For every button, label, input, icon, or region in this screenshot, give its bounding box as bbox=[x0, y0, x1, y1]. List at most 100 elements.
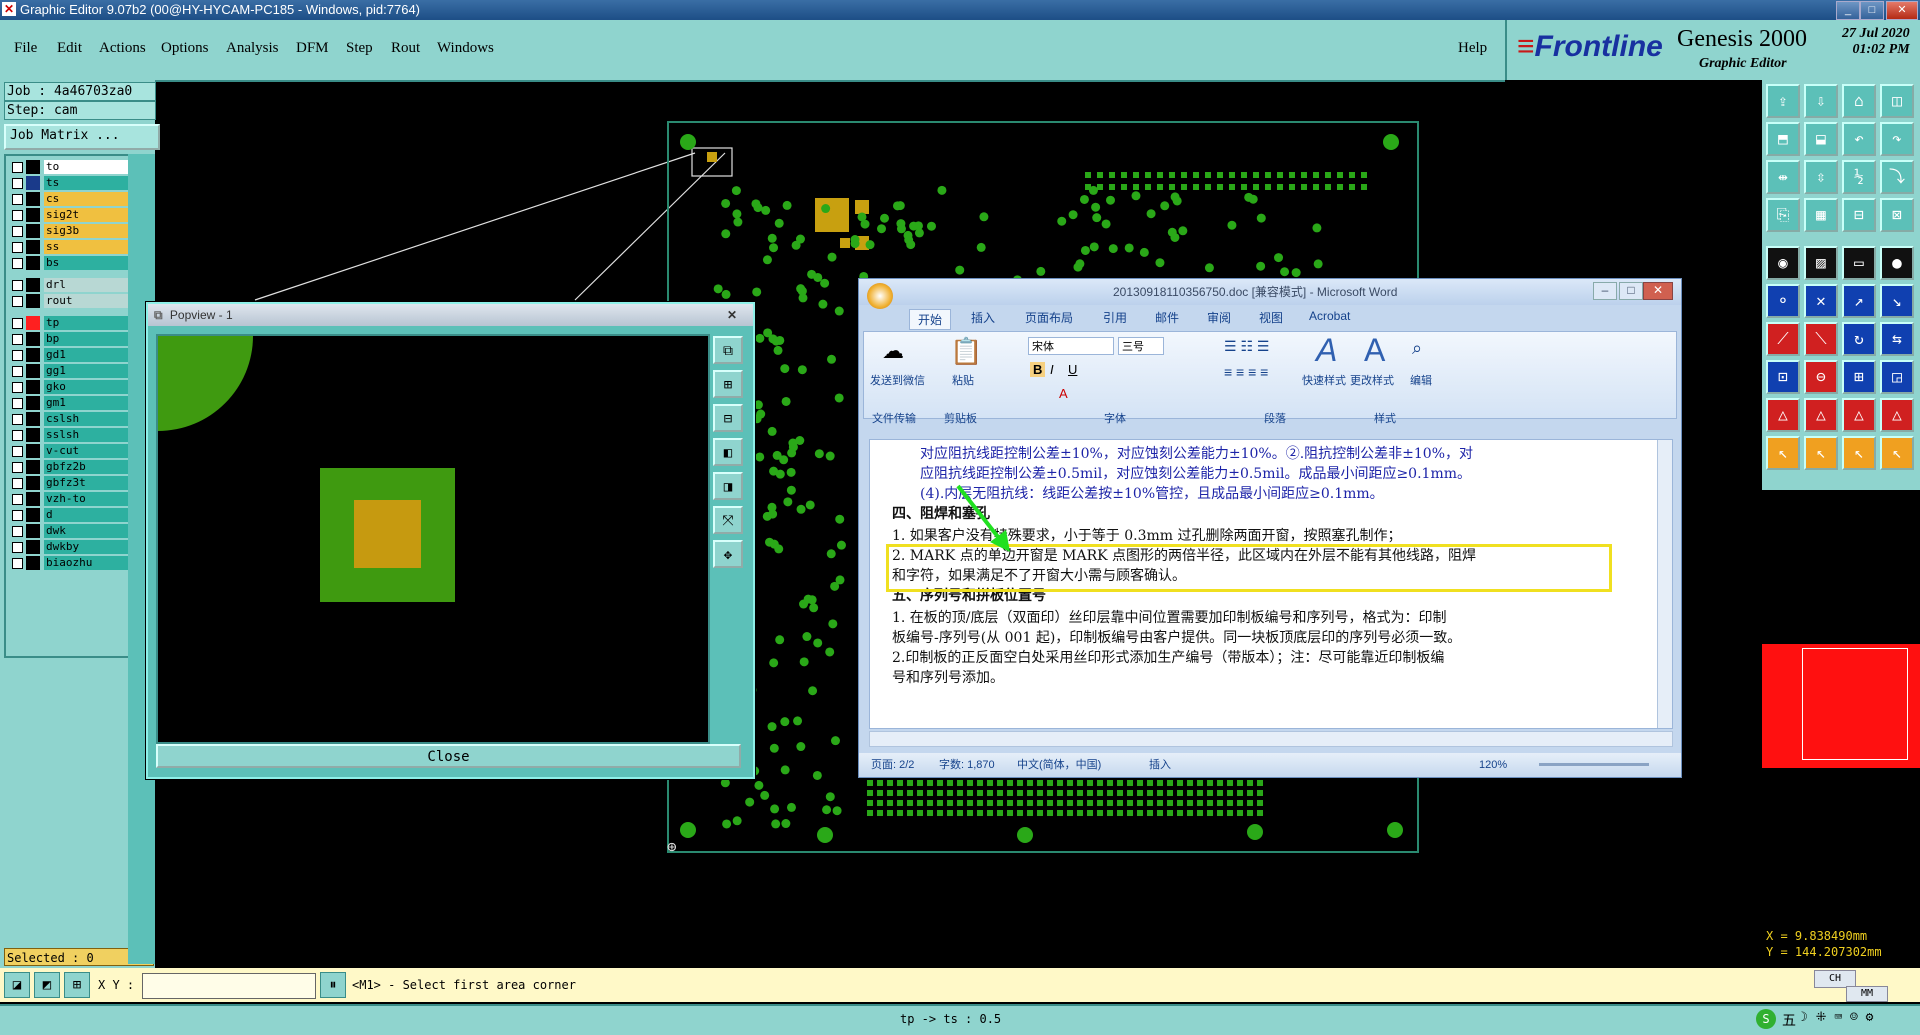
menu-file[interactable]: File bbox=[14, 40, 37, 57]
layer-checkbox[interactable] bbox=[12, 446, 23, 457]
snap-tool-2[interactable]: ◩ bbox=[34, 972, 60, 998]
menu-step[interactable]: Step bbox=[346, 40, 373, 57]
layer-checkbox[interactable] bbox=[12, 162, 23, 173]
layer-checkbox[interactable] bbox=[12, 242, 23, 253]
layer-row-sig3b[interactable]: sig3b bbox=[8, 224, 129, 238]
layer-row-rout[interactable]: rout bbox=[8, 294, 129, 308]
layer-name[interactable]: gbfz2b bbox=[44, 460, 129, 474]
tool-button-17[interactable]: ◉ bbox=[1766, 246, 1800, 280]
layer-name[interactable]: bp bbox=[44, 332, 129, 346]
layer-name[interactable]: gm1 bbox=[44, 396, 129, 410]
close-button[interactable]: ✕ bbox=[1886, 1, 1918, 20]
layer-name[interactable]: tp bbox=[44, 316, 129, 330]
layer-name[interactable]: gbfz3t bbox=[44, 476, 129, 490]
tool-button-36[interactable]: △ bbox=[1880, 398, 1914, 432]
layer-checkbox[interactable] bbox=[12, 318, 23, 329]
tool-button-37[interactable]: ↖ bbox=[1766, 436, 1800, 470]
popview-tool-2[interactable]: ⊞ bbox=[713, 370, 743, 398]
snap-tool-1[interactable]: ◪ bbox=[4, 972, 30, 998]
layer-row-dwkby[interactable]: dwkby bbox=[8, 540, 129, 554]
tool-button-32[interactable]: ◲ bbox=[1880, 360, 1914, 394]
tool-button-35[interactable]: △ bbox=[1842, 398, 1876, 432]
popview-tool-6[interactable]: ⤧ bbox=[713, 506, 743, 534]
layer-name[interactable]: ss bbox=[44, 240, 129, 254]
tool-button-40[interactable]: ↖ bbox=[1880, 436, 1914, 470]
tool-button-2[interactable]: ⇩ bbox=[1804, 84, 1838, 118]
tool-button-24[interactable]: ↘ bbox=[1880, 284, 1914, 318]
layer-name[interactable]: sslsh bbox=[44, 428, 129, 442]
layer-checkbox[interactable] bbox=[12, 366, 23, 377]
wechat-button[interactable]: 发送到微信 bbox=[870, 372, 925, 388]
layer-name[interactable]: cs bbox=[44, 192, 129, 206]
tool-button-16[interactable]: ⊠ bbox=[1880, 198, 1914, 232]
tool-button-4[interactable]: ◫ bbox=[1880, 84, 1914, 118]
popview-tool-4[interactable]: ◧ bbox=[713, 438, 743, 466]
popview-tool-5[interactable]: ◨ bbox=[713, 472, 743, 500]
layer-row-gbfz2b[interactable]: gbfz2b bbox=[8, 460, 129, 474]
layer-row-gko[interactable]: gko bbox=[8, 380, 129, 394]
layer-checkbox[interactable] bbox=[12, 210, 23, 221]
tool-button-26[interactable]: ⟍ bbox=[1804, 322, 1838, 356]
menu-help[interactable]: Help bbox=[1458, 40, 1487, 57]
menu-windows[interactable]: Windows bbox=[437, 40, 494, 57]
tab-home[interactable]: 开始 bbox=[909, 309, 952, 330]
tab-references[interactable]: 引用 bbox=[1103, 309, 1127, 326]
layer-checkbox[interactable] bbox=[12, 430, 23, 441]
job-matrix-button[interactable]: Job Matrix ... bbox=[4, 124, 160, 150]
tool-button-15[interactable]: ⊟ bbox=[1842, 198, 1876, 232]
unit-button[interactable]: MM bbox=[1846, 986, 1888, 1002]
layer-checkbox[interactable] bbox=[12, 462, 23, 473]
tool-button-18[interactable]: ▨ bbox=[1804, 246, 1838, 280]
underline-button[interactable]: U bbox=[1068, 362, 1077, 377]
layer-name[interactable]: rout bbox=[44, 294, 129, 308]
tool-button-7[interactable]: ↶ bbox=[1842, 122, 1876, 156]
layer-row-gd1[interactable]: gd1 bbox=[8, 348, 129, 362]
align-icons[interactable]: ≡ ≡ ≡ ≡ bbox=[1224, 364, 1268, 380]
tool-button-31[interactable]: ⊞ bbox=[1842, 360, 1876, 394]
layer-checkbox[interactable] bbox=[12, 280, 23, 291]
word-minimize-button[interactable]: – bbox=[1593, 282, 1617, 300]
tab-acrobat[interactable]: Acrobat bbox=[1309, 309, 1350, 323]
layer-row-bs[interactable]: bs bbox=[8, 256, 129, 270]
tool-button-25[interactable]: ⟋ bbox=[1766, 322, 1800, 356]
tool-button-11[interactable]: ½ bbox=[1842, 160, 1876, 194]
layer-checkbox[interactable] bbox=[12, 558, 23, 569]
tool-button-21[interactable]: ⚬ bbox=[1766, 284, 1800, 318]
office-button[interactable] bbox=[867, 283, 893, 309]
layer-name[interactable]: gko bbox=[44, 380, 129, 394]
tab-layout[interactable]: 页面布局 bbox=[1025, 309, 1073, 326]
tool-button-33[interactable]: △ bbox=[1766, 398, 1800, 432]
quick-styles-button[interactable]: 快速样式 bbox=[1302, 372, 1346, 388]
word-restore-button[interactable]: □ bbox=[1619, 282, 1643, 300]
layer-row-drl[interactable]: drl bbox=[8, 278, 129, 292]
layer-row-sig2t[interactable]: sig2t bbox=[8, 208, 129, 222]
layer-checkbox[interactable] bbox=[12, 194, 23, 205]
layer-checkbox[interactable] bbox=[12, 178, 23, 189]
tool-button-19[interactable]: ▭ bbox=[1842, 246, 1876, 280]
menu-actions[interactable]: Actions bbox=[99, 40, 146, 57]
tab-mailings[interactable]: 邮件 bbox=[1155, 309, 1179, 326]
layer-name[interactable]: drl bbox=[44, 278, 129, 292]
layer-row-d[interactable]: d bbox=[8, 508, 129, 522]
menu-rout[interactable]: Rout bbox=[391, 40, 420, 57]
tool-button-6[interactable]: ⬓ bbox=[1804, 122, 1838, 156]
tab-insert[interactable]: 插入 bbox=[971, 309, 995, 326]
layer-row-cslsh[interactable]: cslsh bbox=[8, 412, 129, 426]
layer-row-ts[interactable]: ts bbox=[8, 176, 129, 190]
layer-name[interactable]: ts bbox=[44, 176, 129, 190]
tab-view[interactable]: 视图 bbox=[1259, 309, 1283, 326]
layer-checkbox[interactable] bbox=[12, 226, 23, 237]
layer-checkbox[interactable] bbox=[12, 542, 23, 553]
layer-row-gm1[interactable]: gm1 bbox=[8, 396, 129, 410]
layer-name[interactable]: gd1 bbox=[44, 348, 129, 362]
tool-button-39[interactable]: ↖ bbox=[1842, 436, 1876, 470]
layer-row-tp[interactable]: tp bbox=[8, 316, 129, 330]
layer-name[interactable]: v-cut bbox=[44, 444, 129, 458]
font-color-button[interactable]: A bbox=[1059, 386, 1068, 401]
tool-button-34[interactable]: △ bbox=[1804, 398, 1838, 432]
bold-button[interactable]: B bbox=[1030, 362, 1046, 377]
ime-mode[interactable]: 五 bbox=[1782, 1010, 1796, 1030]
layer-name[interactable]: vzh-to bbox=[44, 492, 129, 506]
document-area[interactable]: 对应阻抗线距控制公差±10%，对应蚀刻公差能力±10%。②.阻抗控制公差非±10… bbox=[869, 439, 1673, 729]
pause-tool[interactable]: ⏸ bbox=[320, 972, 346, 998]
